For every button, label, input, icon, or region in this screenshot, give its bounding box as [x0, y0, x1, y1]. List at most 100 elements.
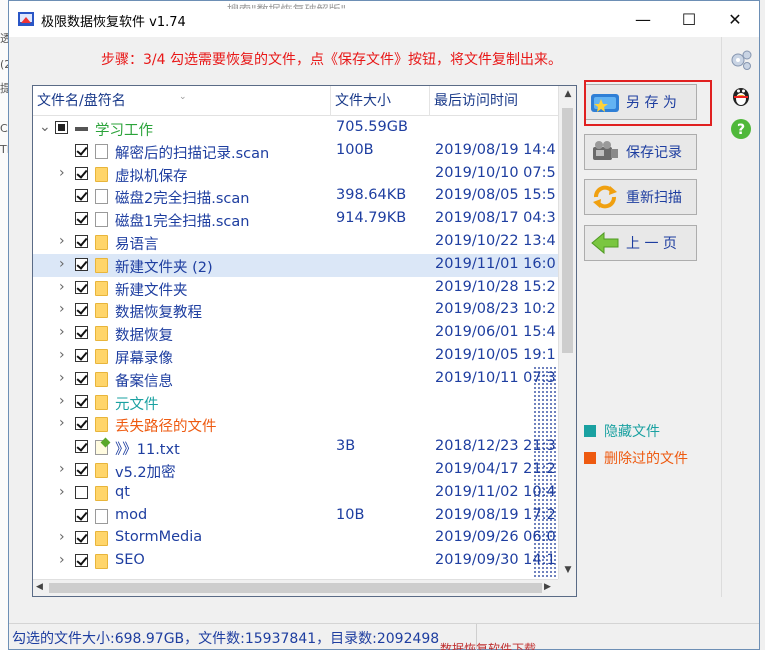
tree-row[interactable]: 》》11.txt 3B 2018/12/23 21:3: [33, 436, 558, 459]
save-record-label: 保存记录: [626, 145, 682, 161]
expand-chevron-icon[interactable]: ›: [59, 529, 71, 545]
expand-chevron-icon[interactable]: ›: [59, 370, 71, 386]
expand-chevron-icon[interactable]: ›: [59, 347, 71, 363]
row-checkbox[interactable]: [75, 417, 88, 431]
tree-row[interactable]: › StormMedia 2019/09/26 06:0: [33, 527, 558, 550]
row-checkbox[interactable]: [75, 280, 88, 294]
tree-row[interactable]: mod 10B 2019/08/19 17:2: [33, 505, 558, 528]
row-time: 2019/10/28 15:2: [435, 278, 556, 295]
row-checkbox[interactable]: [55, 121, 68, 134]
settings-gears-icon[interactable]: [729, 48, 753, 72]
legend-hidden-files: 隐藏文件: [584, 421, 660, 441]
tree-row[interactable]: › v5.2加密 2019/04/17 21:2: [33, 459, 558, 482]
row-checkbox[interactable]: [75, 303, 88, 317]
expand-chevron-icon[interactable]: ›: [59, 165, 71, 181]
close-button[interactable]: ✕: [712, 1, 758, 37]
maximize-icon: ☐: [681, 9, 697, 29]
tree-row[interactable]: › 新建文件夹 2019/10/28 15:2: [33, 277, 558, 300]
row-checkbox[interactable]: [75, 212, 88, 226]
tree-row[interactable]: › 数据恢复 2019/06/01 15:4: [33, 322, 558, 345]
row-size: 398.64KB: [336, 187, 407, 204]
row-checkbox[interactable]: [75, 235, 88, 248]
row-name: mod: [115, 506, 148, 523]
expand-chevron-icon[interactable]: ›: [59, 324, 71, 340]
scroll-left-icon[interactable]: ◀: [36, 582, 48, 592]
expand-chevron-icon[interactable]: ›: [59, 301, 71, 317]
prev-page-button[interactable]: 上 一 页: [584, 225, 697, 261]
expand-chevron-icon[interactable]: ›: [59, 415, 71, 431]
vertical-scroll-thumb[interactable]: [562, 108, 573, 353]
row-checkbox[interactable]: [75, 189, 88, 203]
legend-swatch: [584, 425, 596, 437]
expand-chevron-icon[interactable]: ›: [59, 552, 71, 568]
tree-row[interactable]: › 丢失路径的文件: [33, 413, 558, 436]
row-checkbox[interactable]: [75, 257, 88, 271]
tree-row[interactable]: 解密后的扫描记录.scan 100B 2019/08/19 14:4: [33, 140, 558, 163]
save-as-highlight: [584, 80, 712, 126]
save-record-button[interactable]: 保存记录: [584, 134, 697, 170]
expand-chevron-icon[interactable]: ›: [59, 233, 71, 249]
expand-chevron-icon[interactable]: ›: [59, 461, 71, 477]
folder-icon: [95, 485, 108, 501]
row-checkbox[interactable]: [75, 554, 88, 568]
row-checkbox[interactable]: [75, 371, 88, 385]
tree-row[interactable]: › 备案信息 2019/10/11 07:3: [33, 368, 558, 391]
tree-row[interactable]: ⌄ 学习工作 705.59GB: [33, 117, 558, 140]
row-checkbox[interactable]: [75, 349, 88, 362]
close-icon: ✕: [728, 9, 742, 29]
row-name: 》》11.txt: [115, 442, 180, 459]
expand-chevron-icon[interactable]: ⌄: [39, 119, 51, 135]
expand-chevron-icon[interactable]: ›: [59, 279, 71, 295]
back-arrow-icon: [591, 231, 619, 255]
row-checkbox[interactable]: [75, 166, 88, 180]
scroll-down-icon[interactable]: ▼: [562, 564, 574, 576]
side-toolbar: ?: [721, 37, 759, 597]
tree-row[interactable]: › 新建文件夹 (2) 2019/11/01 16:0: [33, 253, 558, 277]
row-size: 914.79KB: [336, 210, 407, 227]
column-header-size[interactable]: 文件大小: [331, 86, 430, 116]
tree-row[interactable]: › 易语言 2019/10/22 13:4: [33, 231, 558, 254]
expand-chevron-icon[interactable]: ›: [59, 393, 71, 409]
folder-icon: [95, 554, 108, 570]
column-header-name[interactable]: 文件名/盘符名 ⌄: [33, 86, 331, 116]
status-text: 勾选的文件大小:698.97GB，文件数:15937841，目录数:209249…: [12, 631, 440, 647]
tree-row[interactable]: 磁盘1完全扫描.scan 914.79KB 2019/08/17 04:3: [33, 208, 558, 231]
row-checkbox[interactable]: [75, 531, 88, 545]
qq-penguin-icon[interactable]: [729, 83, 753, 107]
tree-row[interactable]: › 元文件: [33, 391, 558, 414]
expand-chevron-icon[interactable]: ›: [59, 484, 71, 500]
tree-row[interactable]: 磁盘2完全扫描.scan 398.64KB 2019/08/05 15:5: [33, 185, 558, 208]
scroll-up-icon[interactable]: ▲: [562, 88, 574, 100]
expand-chevron-icon[interactable]: ›: [59, 256, 71, 272]
row-checkbox[interactable]: [75, 485, 88, 499]
vertical-scrollbar[interactable]: ▲ ▼: [558, 86, 576, 580]
column-header-time[interactable]: 最后访问时间: [430, 86, 558, 116]
tree-row[interactable]: › 数据恢复教程 2019/08/23 10:2: [33, 299, 558, 322]
maximize-button[interactable]: ☐: [666, 1, 712, 37]
minimize-button[interactable]: —: [620, 1, 666, 37]
folder-icon: [95, 349, 108, 364]
row-checkbox[interactable]: [75, 394, 88, 408]
folder-icon: [95, 235, 108, 250]
tree-row[interactable]: › SEO 2019/09/30 14:1: [33, 550, 558, 573]
window-title: 极限数据恢复软件 v1.74: [41, 15, 186, 30]
tree-row[interactable]: › qt 2019/11/02 10:4: [33, 482, 558, 505]
row-checkbox[interactable]: [75, 508, 88, 522]
tree-row[interactable]: › 屏幕录像 2019/10/05 19:1: [33, 345, 558, 368]
file-tree-panel[interactable]: 文件名/盘符名 ⌄ 文件大小 最后访问时间 ⌄ 学习工作 705.59GB 解密后的扫描…: [32, 85, 577, 597]
row-checkbox[interactable]: [75, 326, 88, 340]
rescan-button[interactable]: 重新扫描: [584, 179, 697, 215]
row-checkbox[interactable]: [75, 440, 88, 454]
tree-row[interactable]: › 虚拟机保存 2019/10/10 07:5: [33, 163, 558, 186]
row-name: 虚拟机保存: [115, 168, 188, 185]
folder-icon: [95, 417, 108, 433]
row-checkbox[interactable]: [75, 463, 88, 476]
horizontal-scrollbar[interactable]: ◀ ▶: [33, 579, 560, 596]
title-bar[interactable]: 极限数据恢复软件 v1.74 搜索"数据恢复破解版" — ☐ ✕: [9, 1, 759, 37]
folder-icon: [95, 394, 108, 410]
help-icon[interactable]: ?: [729, 117, 753, 141]
horizontal-scroll-thumb[interactable]: [49, 583, 542, 593]
row-name: 学习工作: [95, 123, 153, 139]
row-checkbox[interactable]: [75, 143, 88, 157]
scroll-right-icon[interactable]: ▶: [544, 582, 556, 592]
